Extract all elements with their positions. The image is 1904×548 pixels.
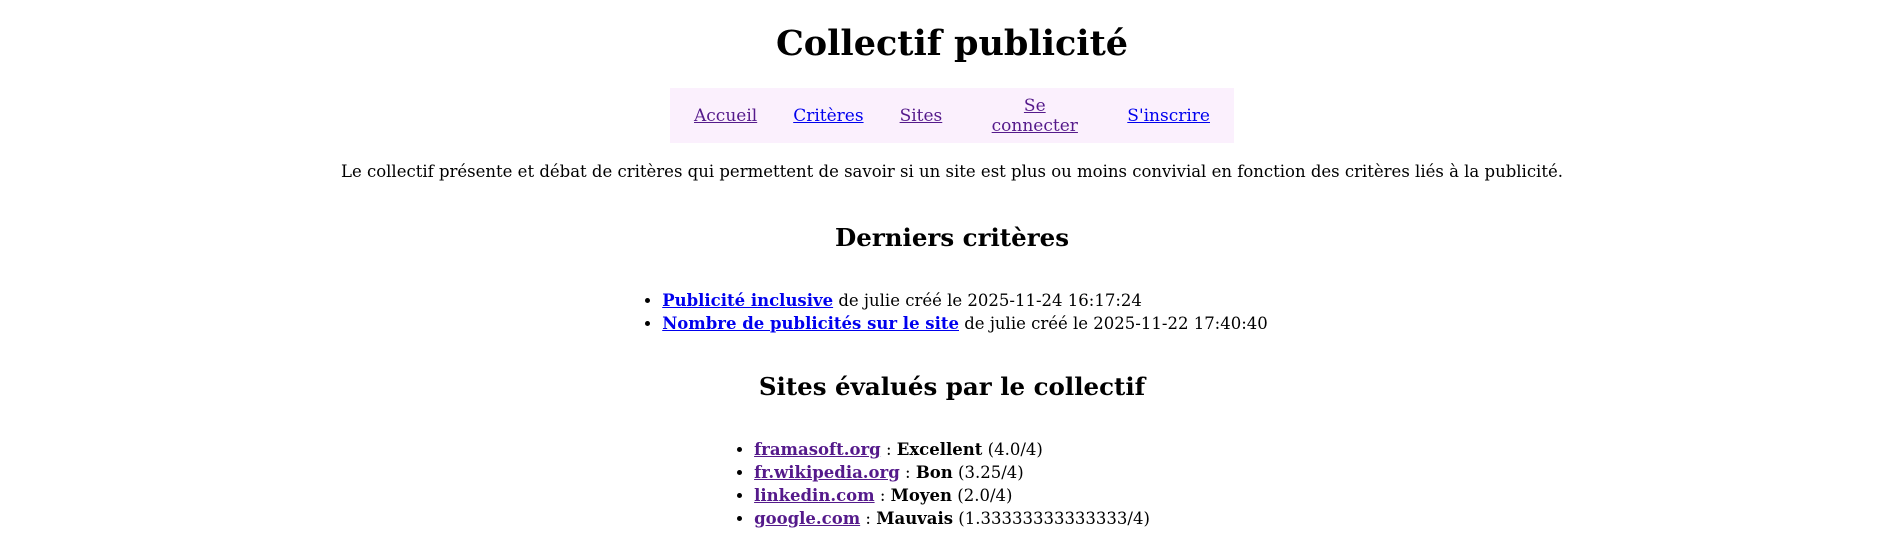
list-item: google.com : Mauvais (1.33333333333333/4… <box>754 507 1150 530</box>
latest-criteria-wrap: Publicité inclusive de julie créé le 202… <box>0 289 1904 335</box>
evaluated-sites-wrap: framasoft.org : Excellent (4.0/4) fr.wik… <box>0 438 1904 530</box>
nav-link-se-connecter[interactable]: Se connecter <box>978 96 1091 136</box>
site-rating: Bon <box>915 463 953 482</box>
site-rating: Moyen <box>890 486 953 505</box>
list-item: Publicité inclusive de julie créé le 202… <box>662 289 1268 312</box>
criterion-meta: de julie créé le 2025-11-22 17:40:40 <box>959 314 1268 333</box>
list-item: framasoft.org : Excellent (4.0/4) <box>754 438 1150 461</box>
list-item: Nombre de publicités sur le site de juli… <box>662 312 1268 335</box>
criterion-meta: de julie créé le 2025-11-24 16:17:24 <box>833 291 1142 310</box>
site-score: (2.0/4) <box>952 486 1013 505</box>
site-rating: Mauvais <box>876 509 954 528</box>
site-score: (4.0/4) <box>982 440 1043 459</box>
site-link[interactable]: framasoft.org <box>754 440 881 459</box>
separator: : <box>880 440 897 459</box>
site-score: (1.33333333333333/4) <box>953 509 1150 528</box>
site-link[interactable]: google.com <box>754 509 860 528</box>
nav-link-criteres[interactable]: Critères <box>793 106 863 126</box>
criterion-link[interactable]: Publicité inclusive <box>662 291 833 310</box>
separator: : <box>860 509 877 528</box>
latest-criteria-heading: Derniers critères <box>834 223 1069 252</box>
site-link[interactable]: fr.wikipedia.org <box>754 463 900 482</box>
separator: : <box>899 463 916 482</box>
site-score: (3.25/4) <box>952 463 1024 482</box>
intro-text: Le collectif présente et débat de critèr… <box>341 162 1563 181</box>
separator: : <box>874 486 891 505</box>
nav-link-s-inscrire[interactable]: S'inscrire <box>1127 106 1210 126</box>
site-title: Collectif publicité <box>775 23 1129 64</box>
list-item: linkedin.com : Moyen (2.0/4) <box>754 484 1150 507</box>
nav-link-accueil[interactable]: Accueil <box>694 106 757 126</box>
site-link[interactable]: linkedin.com <box>754 486 875 505</box>
criterion-link[interactable]: Nombre de publicités sur le site <box>662 314 959 333</box>
evaluated-sites-list: framasoft.org : Excellent (4.0/4) fr.wik… <box>714 438 1150 530</box>
site-rating: Excellent <box>896 440 983 459</box>
page: Collectif publicité Accueil Critères Sit… <box>0 0 1904 548</box>
latest-criteria-list: Publicité inclusive de julie créé le 202… <box>622 289 1268 335</box>
evaluated-sites-heading: Sites évalués par le collectif <box>758 372 1146 401</box>
list-item: fr.wikipedia.org : Bon (3.25/4) <box>754 461 1150 484</box>
main-nav: Accueil Critères Sites Se connecter S'in… <box>670 88 1234 143</box>
nav-link-sites[interactable]: Sites <box>900 106 943 126</box>
